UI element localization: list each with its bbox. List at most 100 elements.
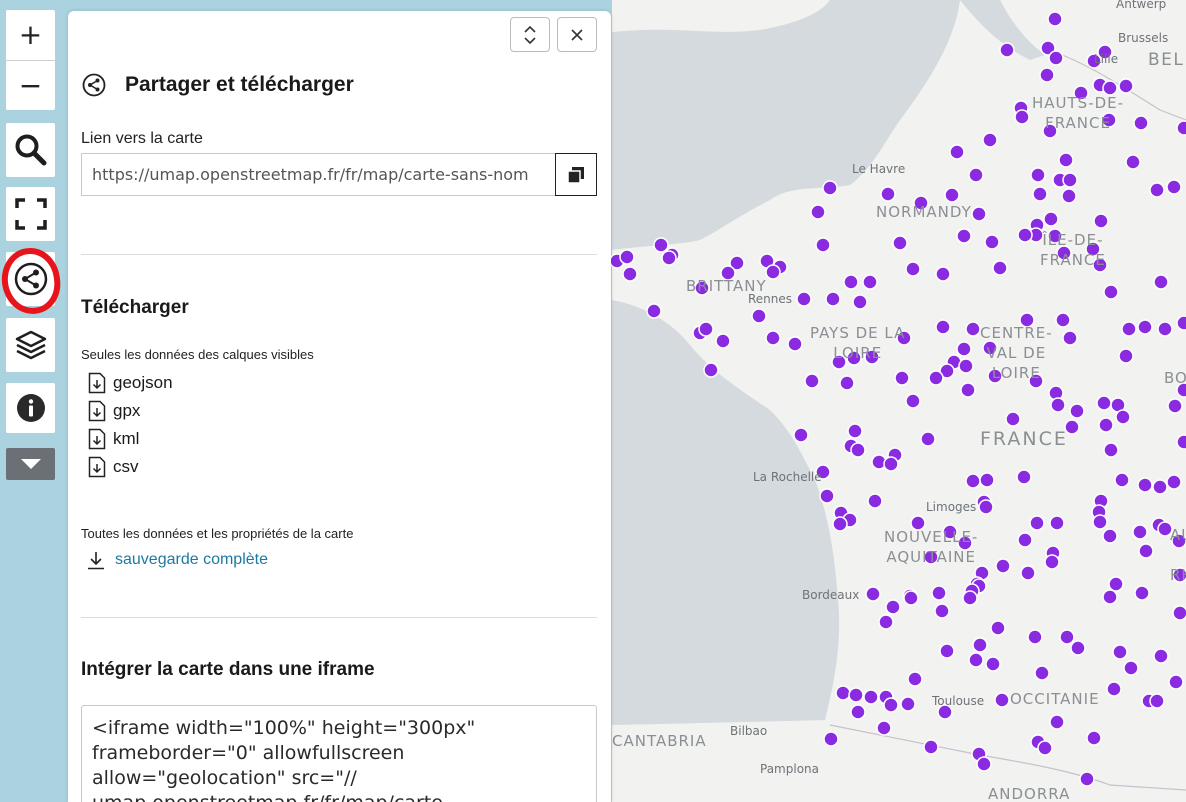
map-marker[interactable] — [1102, 589, 1118, 605]
map-marker[interactable] — [1153, 274, 1169, 290]
map-marker[interactable] — [923, 739, 939, 755]
map-marker[interactable] — [931, 585, 947, 601]
map-marker[interactable] — [905, 261, 921, 277]
map-marker[interactable] — [883, 697, 899, 713]
map-marker[interactable] — [903, 590, 919, 606]
map-marker[interactable] — [1047, 11, 1063, 27]
map-marker[interactable] — [1149, 182, 1165, 198]
map-marker[interactable] — [1115, 409, 1131, 425]
map-marker[interactable] — [1138, 543, 1154, 559]
map-marker[interactable] — [646, 303, 662, 319]
map-marker[interactable] — [992, 260, 1008, 276]
map-marker[interactable] — [796, 291, 812, 307]
map-marker[interactable] — [832, 516, 848, 532]
download-geojson-link[interactable]: geojson — [88, 369, 173, 397]
map-marker[interactable] — [968, 167, 984, 183]
map-marker[interactable] — [1166, 179, 1182, 195]
map-marker[interactable] — [810, 204, 826, 220]
map-marker[interactable] — [976, 756, 992, 772]
map-marker[interactable] — [1134, 585, 1150, 601]
map-marker[interactable] — [1176, 434, 1186, 450]
map-marker[interactable] — [819, 488, 835, 504]
map-marker[interactable] — [968, 652, 984, 668]
map-marker[interactable] — [1017, 227, 1033, 243]
map-marker[interactable] — [1132, 524, 1148, 540]
map-marker[interactable] — [1043, 211, 1059, 227]
map-marker[interactable] — [944, 187, 960, 203]
map-marker[interactable] — [999, 42, 1015, 58]
map-marker[interactable] — [850, 442, 866, 458]
map-marker[interactable] — [1069, 403, 1085, 419]
map-marker[interactable] — [1133, 115, 1149, 131]
map-marker[interactable] — [885, 599, 901, 615]
panel-resize-button[interactable] — [510, 17, 550, 52]
map-marker[interactable] — [847, 423, 863, 439]
map-marker[interactable] — [971, 206, 987, 222]
map-marker[interactable] — [1055, 312, 1071, 328]
zoom-in-button[interactable]: + — [6, 10, 55, 60]
map-marker[interactable] — [965, 321, 981, 337]
map-marker[interactable] — [939, 643, 955, 659]
map-marker[interactable] — [1137, 319, 1153, 335]
map-marker[interactable] — [1061, 188, 1077, 204]
map-marker[interactable] — [972, 637, 988, 653]
map-marker[interactable] — [1039, 67, 1055, 83]
map-marker[interactable] — [1062, 330, 1078, 346]
map-marker[interactable] — [1103, 284, 1119, 300]
map-marker[interactable] — [982, 132, 998, 148]
map-marker[interactable] — [962, 590, 978, 606]
map-marker[interactable] — [1172, 605, 1186, 621]
map-marker[interactable] — [1149, 693, 1165, 709]
map-marker[interactable] — [935, 266, 951, 282]
map-marker[interactable] — [793, 427, 809, 443]
map-marker[interactable] — [839, 375, 855, 391]
map-marker[interactable] — [956, 341, 972, 357]
map-marker[interactable] — [883, 456, 899, 472]
map-marker[interactable] — [984, 234, 1000, 250]
map-marker[interactable] — [1106, 681, 1122, 697]
search-button[interactable] — [6, 123, 55, 177]
zoom-out-button[interactable]: − — [6, 61, 55, 110]
map-marker[interactable] — [653, 237, 669, 253]
map-marker[interactable] — [960, 382, 976, 398]
map-marker[interactable] — [965, 473, 981, 489]
map-marker[interactable] — [1103, 442, 1119, 458]
download-kml-link[interactable]: kml — [88, 425, 173, 453]
map-marker[interactable] — [1016, 469, 1032, 485]
map-marker[interactable] — [985, 656, 1001, 672]
map-marker[interactable] — [751, 308, 767, 324]
map-marker[interactable] — [1034, 665, 1050, 681]
map-marker[interactable] — [956, 228, 972, 244]
map-marker[interactable] — [934, 603, 950, 619]
map-marker[interactable] — [878, 614, 894, 630]
map-marker[interactable] — [1176, 315, 1186, 331]
map-marker[interactable] — [1157, 321, 1173, 337]
map-marker[interactable] — [905, 393, 921, 409]
map-marker[interactable] — [1059, 629, 1075, 645]
map-marker[interactable] — [994, 692, 1010, 708]
map-marker[interactable] — [1058, 152, 1074, 168]
map-marker[interactable] — [1048, 50, 1064, 66]
map-marker[interactable] — [928, 370, 944, 386]
map-marker[interactable] — [822, 180, 838, 196]
download-gpx-link[interactable]: gpx — [88, 397, 173, 425]
map-marker[interactable] — [1114, 472, 1130, 488]
map-marker[interactable] — [880, 186, 896, 202]
map-marker[interactable] — [862, 274, 878, 290]
info-button[interactable] — [6, 383, 55, 433]
map-marker[interactable] — [661, 250, 677, 266]
map-marker[interactable] — [1118, 348, 1134, 364]
download-csv-link[interactable]: csv — [88, 453, 173, 481]
map-marker[interactable] — [907, 671, 923, 687]
map-marker[interactable] — [1079, 771, 1095, 787]
map-marker[interactable] — [1166, 474, 1182, 490]
map-marker[interactable] — [1125, 154, 1141, 170]
map-marker[interactable] — [843, 274, 859, 290]
map-marker[interactable] — [958, 358, 974, 374]
map-marker[interactable] — [765, 264, 781, 280]
map-marker[interactable] — [815, 237, 831, 253]
map-marker[interactable] — [1123, 660, 1139, 676]
map-marker[interactable] — [1102, 528, 1118, 544]
map-marker[interactable] — [1152, 479, 1168, 495]
map-marker[interactable] — [1049, 714, 1065, 730]
